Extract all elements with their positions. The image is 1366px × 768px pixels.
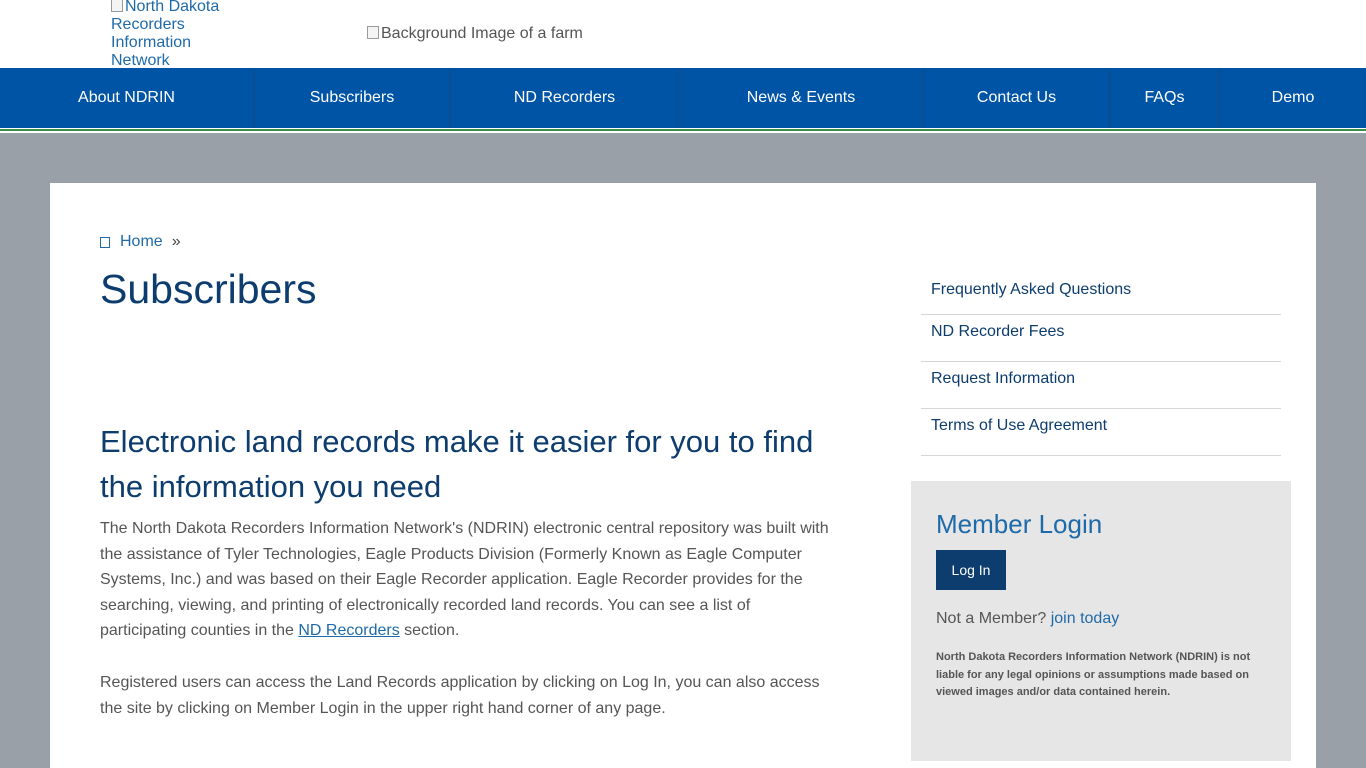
logo-alt-text: North Dakota Recorders Information Netwo… [111, 0, 220, 69]
header-background-image: Background Image of a farm [367, 25, 583, 43]
nav-item-faqs[interactable]: FAQs [1110, 68, 1220, 128]
breadcrumb-separator: » [171, 233, 181, 250]
content-panel: Home » Subscribers Electronic land recor… [50, 183, 1316, 768]
nav-item-contact[interactable]: Contact Us [924, 68, 1110, 128]
nav-accent-rule [0, 128, 1366, 133]
nd-recorders-link[interactable]: ND Recorders [298, 622, 399, 639]
access-paragraph: Registered users can access the Land Rec… [100, 674, 820, 717]
not-member-text: Not a Member? join today [936, 610, 1119, 628]
sidebar-links: Frequently Asked Questions ND Recorder F… [921, 273, 1281, 456]
breadcrumb-home-link[interactable]: Home [120, 233, 163, 251]
nav-item-subscribers[interactable]: Subscribers [254, 68, 451, 128]
sidebar-link-faq[interactable]: Frequently Asked Questions [921, 273, 1281, 315]
nav-item-news-events[interactable]: News & Events [679, 68, 924, 128]
page-title: Subscribers [100, 266, 317, 312]
site-header: North Dakota Recorders Information Netwo… [0, 0, 1366, 70]
sidebar-link-request-info[interactable]: Request Information [921, 362, 1281, 409]
intro-text-end: section. [399, 622, 460, 640]
sidebar-link-fees[interactable]: ND Recorder Fees [921, 315, 1281, 362]
breadcrumb: Home » [100, 233, 181, 251]
site-logo[interactable]: North Dakota Recorders Information Netwo… [111, 0, 241, 70]
home-icon [100, 236, 110, 248]
main-nav: About NDRIN Subscribers ND Recorders New… [0, 68, 1366, 128]
background-alt-text: Background Image of a farm [381, 25, 583, 42]
login-title: Member Login [936, 509, 1103, 539]
intro-text-start: The North Dakota Recorders Information N… [100, 520, 829, 640]
nav-item-demo[interactable]: Demo [1220, 68, 1366, 128]
log-in-button[interactable]: Log In [936, 550, 1006, 590]
join-today-link[interactable]: join today [1051, 610, 1120, 627]
broken-image-icon [111, 0, 123, 12]
nav-item-about[interactable]: About NDRIN [0, 68, 254, 128]
member-login-box: Member Login Log In Not a Member? join t… [911, 481, 1291, 761]
section-heading: Electronic land records make it easier f… [100, 424, 814, 504]
disclaimer-text: North Dakota Recorders Information Netwo… [936, 651, 1251, 698]
intro-paragraph: The North Dakota Recorders Information N… [100, 516, 840, 644]
broken-image-icon [367, 26, 379, 39]
sidebar-link-terms[interactable]: Terms of Use Agreement [921, 409, 1281, 456]
nav-item-nd-recorders[interactable]: ND Recorders [451, 68, 679, 128]
not-member-label: Not a Member? [936, 610, 1047, 627]
